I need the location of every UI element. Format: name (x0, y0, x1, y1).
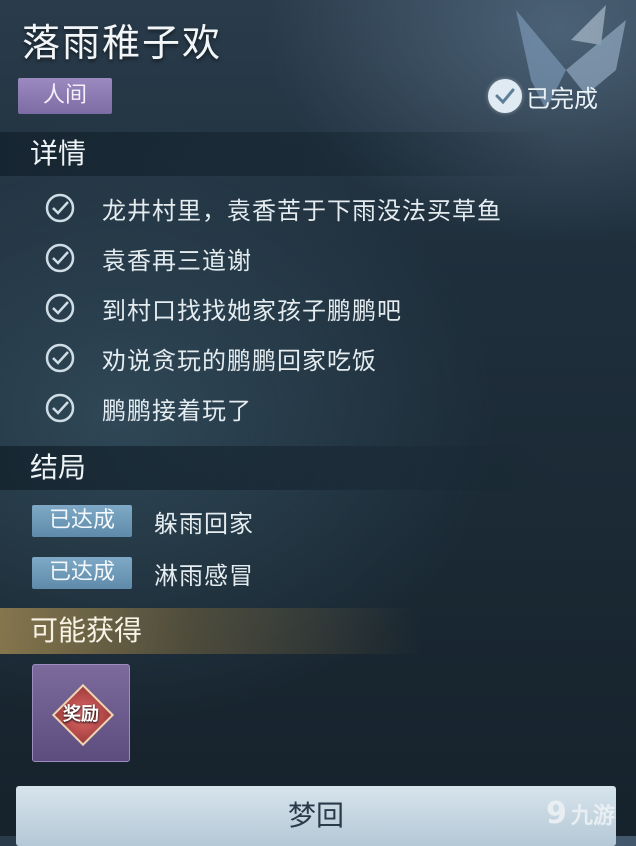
detail-item: 到村口找找她家孩子鹏鹏吧 (44, 288, 402, 328)
detail-text: 到村口找找她家孩子鹏鹏吧 (102, 296, 402, 325)
check-circle-icon (45, 193, 75, 223)
detail-item: 鹏鹏接着玩了 (44, 388, 252, 428)
reward-item[interactable]: 奖励 (32, 664, 130, 762)
watermark-logo-icon: 9 (546, 796, 567, 831)
ending-item[interactable]: 已达成 淋雨感冒 (32, 556, 254, 590)
ending-label: 躲雨回家 (154, 509, 254, 538)
realm-tag: 人间 (18, 78, 112, 114)
check-circle-icon (45, 243, 75, 273)
dream-return-button[interactable]: 梦回 (16, 786, 616, 846)
check-circle-icon (45, 293, 75, 323)
watermark: 9 九游 (546, 796, 615, 831)
check-circle-icon (45, 343, 75, 373)
detail-text: 鹏鹏接着玩了 (102, 396, 252, 425)
status-label: 已完成 (526, 84, 598, 113)
achieved-badge: 已达成 (32, 557, 132, 589)
watermark-text: 九游 (570, 803, 615, 829)
detail-text: 劝说贪玩的鹏鹏回家吃饭 (102, 346, 377, 375)
endings-heading: 结局 (0, 446, 560, 490)
detail-item: 袁香再三道谢 (44, 238, 252, 278)
rewards-heading: 可能获得 (0, 608, 420, 654)
ending-item[interactable]: 已达成 躲雨回家 (32, 504, 254, 538)
detail-text: 袁香再三道谢 (102, 246, 252, 275)
reward-mystery-icon: 奖励 (53, 685, 109, 741)
quest-title: 落雨稚子欢 (22, 21, 223, 65)
completion-status: 已完成 (488, 76, 598, 116)
check-circle-icon (45, 393, 75, 423)
completed-check-icon (488, 79, 522, 113)
detail-text: 龙井村里，袁香苦于下雨没法买草鱼 (102, 196, 502, 225)
ending-label: 淋雨感冒 (154, 561, 254, 590)
achieved-badge: 已达成 (32, 505, 132, 537)
details-heading: 详情 (0, 132, 560, 176)
detail-item: 劝说贪玩的鹏鹏回家吃饭 (44, 338, 377, 378)
reward-label: 奖励 (63, 704, 99, 725)
detail-item: 龙井村里，袁香苦于下雨没法买草鱼 (44, 188, 502, 228)
